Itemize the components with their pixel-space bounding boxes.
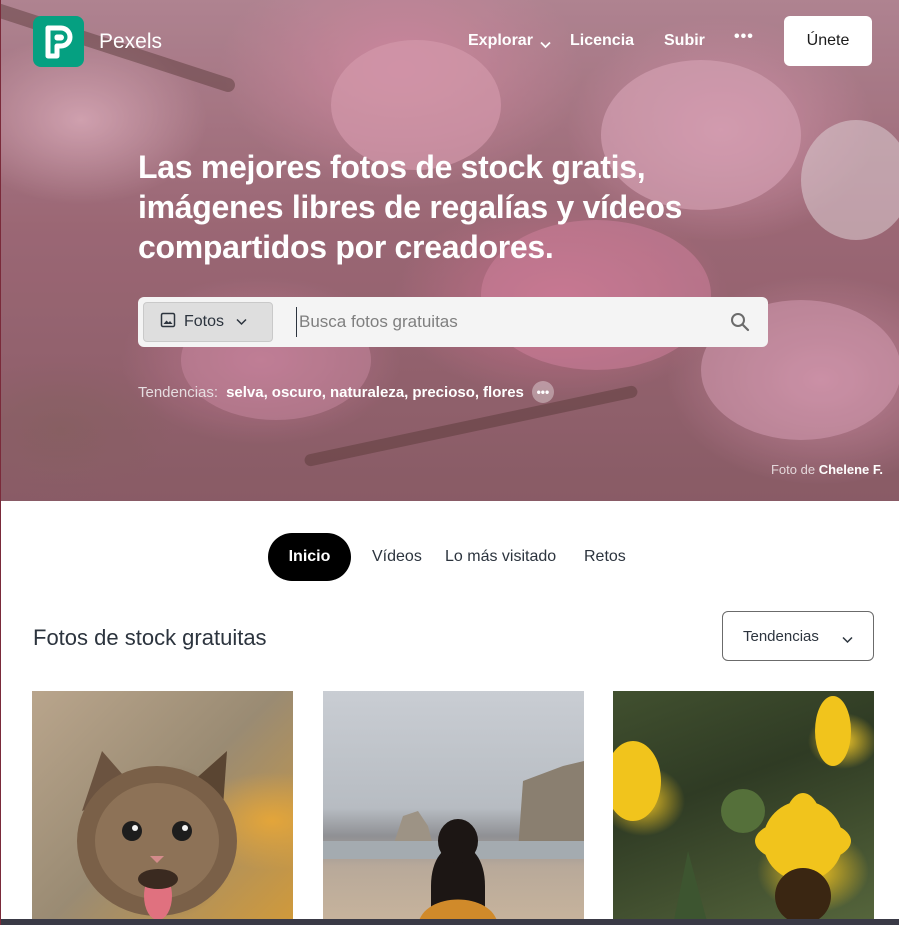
brand-name[interactable]: Pexels [99,30,162,54]
credit-author-link[interactable]: Chelene F. [819,462,883,477]
tab-challenges[interactable]: Retos [584,548,626,566]
search-type-select[interactable]: Fotos [143,302,273,342]
trending-searches: Tendencias: selva, oscuro, naturaleza, p… [138,381,554,403]
chevron-down-icon[interactable] [540,36,551,54]
chevron-down-icon [236,313,247,331]
nav-license[interactable]: Licencia [570,32,634,50]
trending-label: Tendencias: [138,383,219,401]
search-type-label: Fotos [184,313,225,330]
image-icon [160,312,176,333]
credit-prefix: Foto de [770,462,816,477]
more-dots-icon[interactable]: ••• [734,28,754,46]
section-title: Fotos de stock gratuitas [33,625,267,650]
trending-item[interactable]: oscuro [272,384,322,401]
nav-explore[interactable]: Explorar [468,32,533,50]
photo-card-sunflowers[interactable] [613,691,874,925]
trending-item[interactable]: flores [483,384,524,401]
search-bar: Fotos [138,297,768,347]
top-navigation: Pexels Explorar Licencia Subir ••• Únete [1,0,899,82]
trending-item[interactable]: selva [226,384,264,401]
nav-upload[interactable]: Subir [664,32,705,50]
search-input[interactable] [296,307,716,337]
pexels-logo-icon[interactable] [33,16,84,67]
search-icon[interactable] [730,312,750,337]
photo-card-beach[interactable] [323,691,584,925]
photo-card-kitten[interactable] [32,691,293,925]
photo-credit: Foto de Chelene F. [771,462,883,477]
sort-dropdown[interactable]: Tendencias [722,611,874,661]
join-button[interactable]: Únete [784,16,872,66]
tab-home[interactable]: Inicio [268,533,351,581]
tab-videos[interactable]: Vídeos [372,548,422,566]
chevron-down-icon [842,631,853,648]
tab-most-viewed[interactable]: Lo más visitado [445,548,556,566]
bottom-edge [1,919,899,925]
more-dots-icon[interactable]: ••• [531,381,554,403]
trending-item[interactable]: precioso [412,384,475,401]
hero-headline: Las mejores fotos de stock gratis, imáge… [138,149,683,265]
sort-value: Tendencias [743,627,819,645]
trending-item[interactable]: naturaleza [330,384,404,401]
